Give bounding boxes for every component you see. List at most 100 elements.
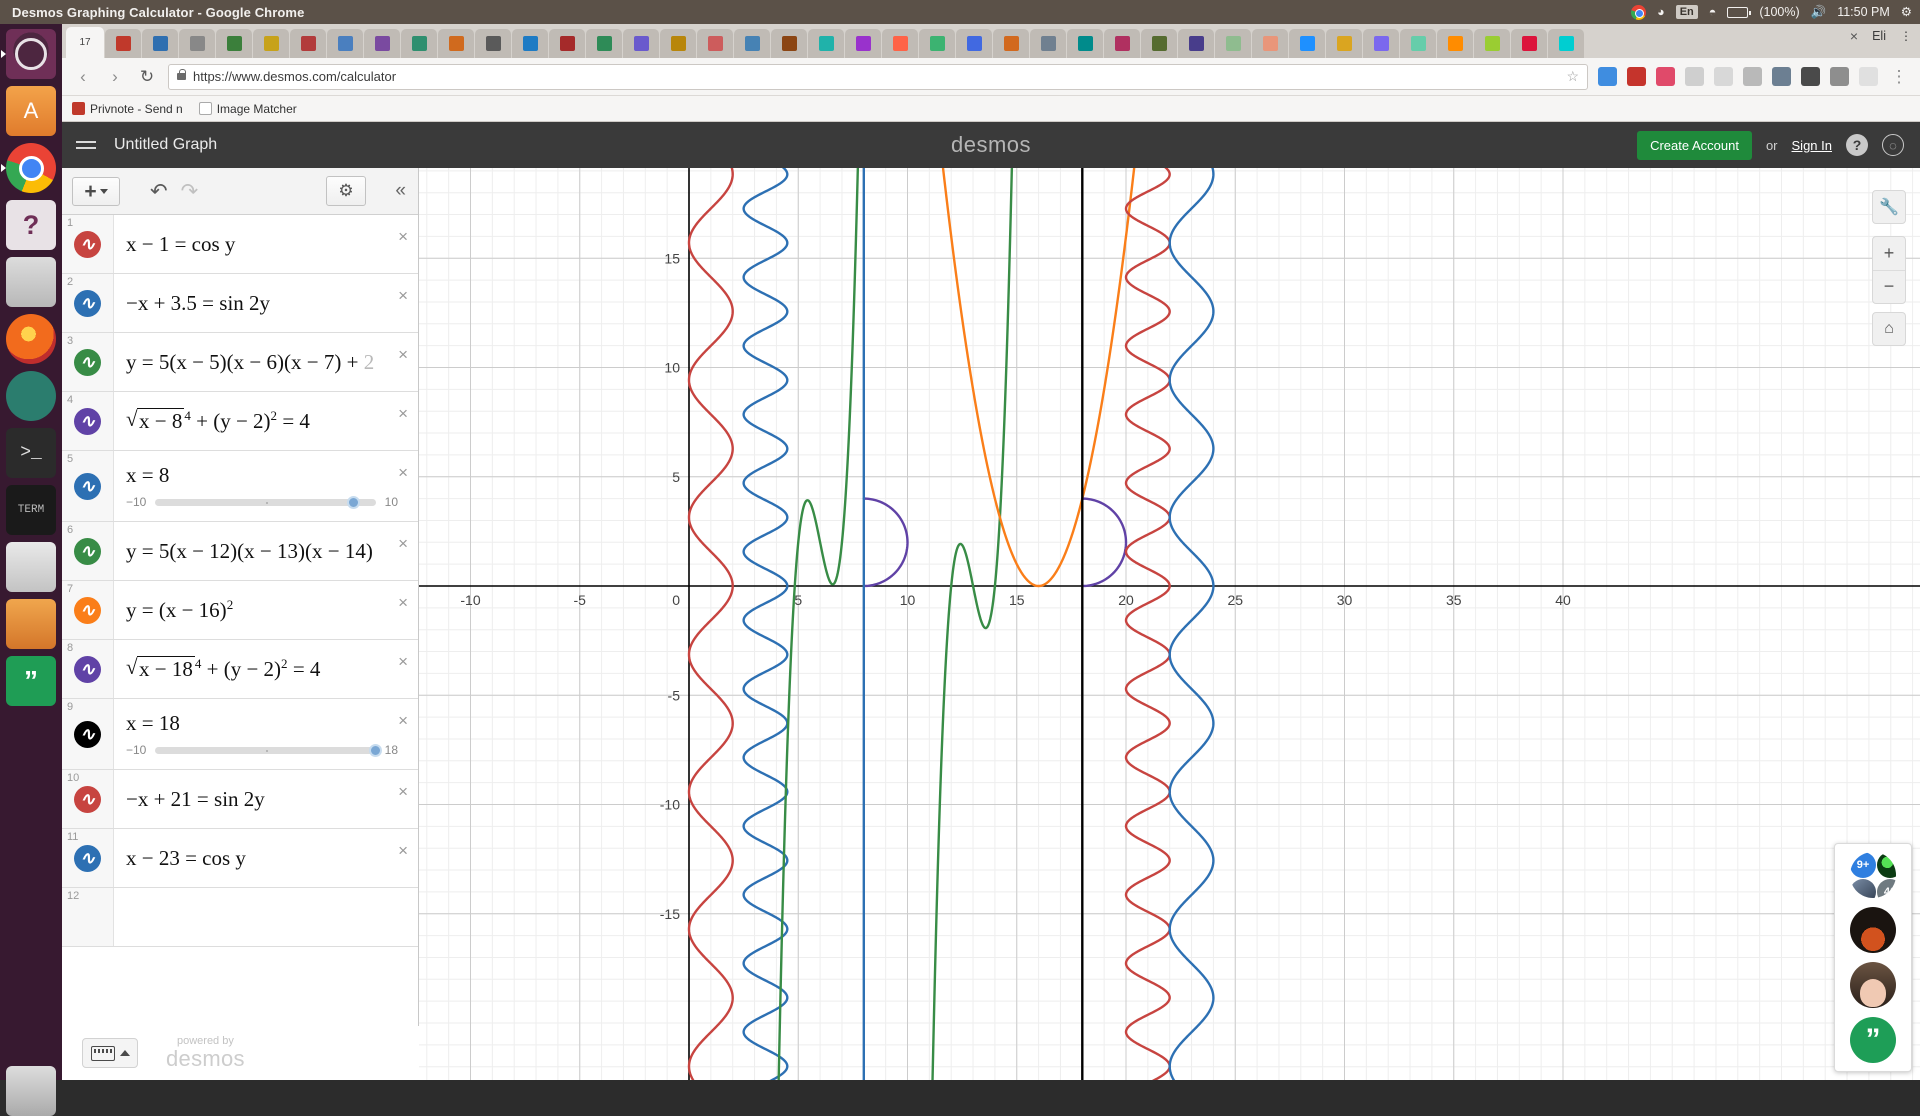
browser-tab[interactable] — [586, 29, 622, 58]
expression-row[interactable]: 4∿ x − 84 + (y − 2)2 = 4× — [62, 392, 418, 451]
undo-icon[interactable]: ↶ — [150, 179, 168, 204]
browser-tab[interactable] — [1104, 29, 1140, 58]
delete-expression-icon[interactable]: × — [398, 404, 408, 424]
expression-body[interactable]: x − 184 + (y − 2)2 = 4 — [114, 640, 418, 698]
browser-tab[interactable] — [327, 29, 363, 58]
expression-body[interactable]: x − 84 + (y − 2)2 = 4 — [114, 392, 418, 450]
bluetooth-icon[interactable]: ◓ — [1709, 6, 1717, 19]
browser-tab[interactable] — [1067, 29, 1103, 58]
hamburger-menu-icon[interactable] — [76, 141, 96, 149]
browser-tab[interactable] — [253, 29, 289, 58]
clock[interactable]: 11:50 PM — [1837, 5, 1890, 19]
slider-knob[interactable] — [368, 743, 382, 757]
extension-icon-2[interactable] — [1627, 67, 1646, 86]
browser-tab[interactable] — [1474, 29, 1510, 58]
collapse-panel-button[interactable]: « — [395, 180, 406, 202]
extension-icon-7[interactable] — [1772, 67, 1791, 86]
delete-expression-icon[interactable]: × — [398, 227, 408, 247]
zoom-out-button[interactable]: − — [1873, 271, 1905, 304]
browser-tab[interactable] — [1326, 29, 1362, 58]
expression-color-toggle-icon[interactable]: ∿ — [74, 655, 101, 683]
expression-row[interactable]: 2 ∿ −x + 3.5 = sin 2y × — [62, 274, 418, 333]
graph-title[interactable]: Untitled Graph — [114, 136, 217, 154]
expression-row[interactable]: 7 ∿ y = (x − 16)2 × — [62, 581, 418, 640]
redo-icon[interactable]: ↷ — [181, 179, 199, 204]
keyboard-toggle-button[interactable] — [82, 1038, 138, 1068]
expression-row[interactable]: 1 ∿ x − 1 = cos y × — [62, 215, 418, 274]
browser-tab[interactable] — [919, 29, 955, 58]
delete-expression-icon[interactable]: × — [398, 286, 408, 306]
expression-body[interactable]: x − 23 = cos y — [114, 829, 418, 887]
expression-color-toggle-icon[interactable]: ∿ — [74, 720, 101, 748]
expression-row[interactable]: 9 ∿ x = 18 −10 18 × — [62, 699, 418, 770]
browser-tab[interactable] — [105, 29, 141, 58]
expression-body[interactable]: x = 8 −10 10 — [114, 451, 418, 521]
add-expression-button[interactable]: + — [72, 176, 120, 206]
expression-body[interactable]: y = (x − 16)2 — [114, 581, 418, 639]
reload-icon[interactable]: ↻ — [136, 67, 158, 87]
expression-body[interactable]: x = 18 −10 18 — [114, 699, 418, 769]
browser-tab[interactable] — [697, 29, 733, 58]
expression-color-toggle-icon[interactable]: ∿ — [74, 844, 101, 872]
browser-tab[interactable] — [216, 29, 252, 58]
expression-color-toggle-icon[interactable]: ∿ — [74, 230, 101, 258]
expression-color-toggle-icon[interactable]: ∿ — [74, 289, 101, 317]
graph-settings-button[interactable]: ⚙ — [326, 176, 366, 206]
extension-icon-8[interactable] — [1801, 67, 1820, 86]
browser-tab[interactable] — [1437, 29, 1473, 58]
slider-max-label[interactable]: 10 — [385, 495, 398, 509]
slider-max-label[interactable]: 18 — [385, 743, 398, 757]
browser-tab[interactable] — [845, 29, 881, 58]
reset-view-button[interactable]: ⌂ — [1872, 312, 1906, 346]
extension-icon-5[interactable] — [1714, 67, 1733, 86]
expression-body[interactable]: y = 5(x − 12)(x − 13)(x − 14) — [114, 522, 418, 580]
expression-color-toggle-icon[interactable]: ∿ — [74, 407, 101, 435]
chrome-main-menu-icon[interactable]: ⋮ — [1888, 67, 1910, 87]
extension-icon-6[interactable] — [1743, 67, 1762, 86]
delete-expression-icon[interactable]: × — [398, 711, 408, 731]
anime-avatar-2[interactable] — [1850, 962, 1896, 1008]
launcher-item-disk-usage[interactable] — [6, 542, 56, 592]
browser-tab[interactable] — [549, 29, 585, 58]
slider-track[interactable] — [155, 495, 376, 509]
delete-expression-icon[interactable]: × — [398, 841, 408, 861]
slider-track[interactable] — [155, 743, 382, 757]
launcher-item-help[interactable]: ? — [6, 200, 56, 250]
delete-expression-icon[interactable]: × — [398, 463, 408, 483]
expression-body[interactable]: x − 1 = cos y — [114, 215, 418, 273]
launcher-item-files[interactable] — [6, 257, 56, 307]
back-icon[interactable]: ‹ — [72, 67, 94, 87]
expression-row[interactable]: 11 ∿ x − 23 = cos y × — [62, 829, 418, 888]
volume-icon[interactable]: 🔊 — [1811, 6, 1827, 19]
zoom-in-button[interactable]: + — [1873, 237, 1905, 271]
browser-tab[interactable] — [808, 29, 844, 58]
browser-tab[interactable] — [1215, 29, 1251, 58]
delete-expression-icon[interactable]: × — [398, 652, 408, 672]
browser-tab[interactable] — [290, 29, 326, 58]
expression-row[interactable]: 8∿ x − 184 + (y − 2)2 = 4× — [62, 640, 418, 699]
browser-tab[interactable] — [1252, 29, 1288, 58]
browser-tab[interactable] — [882, 29, 918, 58]
launcher-item-hangouts[interactable]: ” — [6, 656, 56, 706]
address-bar[interactable]: https://www.desmos.com/calculator ☆ — [168, 63, 1588, 90]
expression-row[interactable]: 6 ∿ y = 5(x − 12)(x − 13)(x − 14) × — [62, 522, 418, 581]
launcher-item-system-tools[interactable] — [6, 599, 56, 649]
expression-color-toggle-icon[interactable]: ∿ — [74, 348, 101, 376]
forward-icon[interactable]: › — [104, 67, 126, 87]
browser-tab[interactable] — [142, 29, 178, 58]
browser-tab[interactable]: 17 — [66, 27, 104, 58]
expression-body[interactable]: y = 5(x − 5)(x − 6)(x − 7) + 2 — [114, 333, 418, 391]
anime-avatar-1[interactable] — [1850, 907, 1896, 953]
browser-tab[interactable] — [623, 29, 659, 58]
browser-tab[interactable] — [364, 29, 400, 58]
expression-slider[interactable]: −10 10 — [126, 495, 406, 509]
browser-tab[interactable] — [512, 29, 548, 58]
browser-tab[interactable] — [179, 29, 215, 58]
expression-row[interactable]: 3 ∿ y = 5(x − 5)(x − 6)(x − 7) + 2 × — [62, 333, 418, 392]
bookmark-image-matcher[interactable]: Image Matcher — [198, 102, 297, 116]
expression-row[interactable]: 10 ∿ −x + 21 = sin 2y × — [62, 770, 418, 829]
extension-icon-10[interactable] — [1859, 67, 1878, 86]
extension-icon-1[interactable] — [1598, 67, 1617, 86]
browser-tab[interactable] — [1400, 29, 1436, 58]
browser-tab[interactable] — [438, 29, 474, 58]
